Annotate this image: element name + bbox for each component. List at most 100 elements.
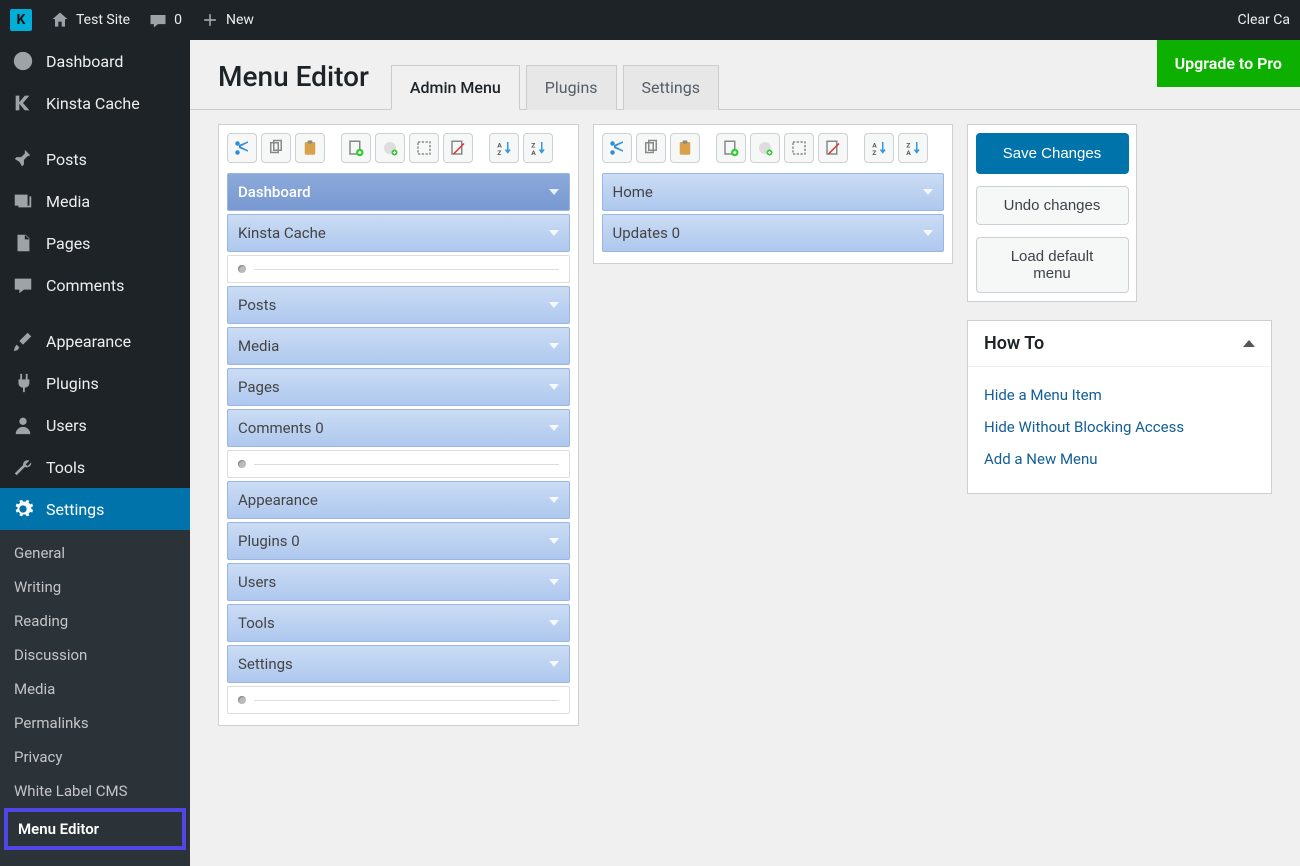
- copy-icon[interactable]: [636, 133, 666, 163]
- submenu-reading[interactable]: Reading: [0, 604, 190, 638]
- svg-text:A: A: [906, 149, 911, 157]
- collapse-icon[interactable]: [1243, 340, 1255, 347]
- expand-icon[interactable]: [549, 302, 559, 308]
- svg-text:Z: Z: [872, 149, 876, 157]
- sort-za-icon[interactable]: ZA: [898, 133, 928, 163]
- sidebar-item-pages[interactable]: Pages: [0, 222, 190, 264]
- submenu-general[interactable]: General: [0, 536, 190, 570]
- expand-icon[interactable]: [549, 497, 559, 503]
- menu-item-plugins-0[interactable]: Plugins 0: [227, 522, 570, 560]
- menu-separator[interactable]: [227, 450, 570, 478]
- sidebar-item-settings[interactable]: Settings: [0, 488, 190, 530]
- sidebar-item-kinsta-cache[interactable]: Kinsta Cache: [0, 82, 190, 124]
- hide-icon[interactable]: [443, 133, 473, 163]
- menu-item-media[interactable]: Media: [227, 327, 570, 365]
- svg-text:A: A: [531, 149, 536, 157]
- show-icon[interactable]: [784, 133, 814, 163]
- sidebar-item-comments[interactable]: Comments: [0, 264, 190, 306]
- menu-item-dashboard[interactable]: Dashboard: [227, 173, 570, 211]
- menu-item-posts[interactable]: Posts: [227, 286, 570, 324]
- expand-icon[interactable]: [549, 661, 559, 667]
- menu-item-pages[interactable]: Pages: [227, 368, 570, 406]
- sort-az-icon[interactable]: AZ: [489, 133, 519, 163]
- comments-link[interactable]: 0: [148, 10, 182, 30]
- page-title: Menu Editor: [218, 60, 369, 109]
- settings-icon: [12, 498, 34, 520]
- expand-icon[interactable]: [549, 343, 559, 349]
- admin-sidebar: DashboardKinsta Cache PostsMediaPagesCom…: [0, 40, 190, 851]
- expand-icon[interactable]: [549, 620, 559, 626]
- save-button[interactable]: Save Changes: [976, 133, 1129, 174]
- submenu-media[interactable]: Media: [0, 672, 190, 706]
- howto-link-hide-a-menu-item[interactable]: Hide a Menu Item: [984, 379, 1255, 411]
- paste-icon[interactable]: [670, 133, 700, 163]
- sidebar-item-tools[interactable]: Tools: [0, 446, 190, 488]
- home-icon: [50, 10, 70, 30]
- load-default-button[interactable]: Load default menu: [976, 237, 1129, 293]
- sidebar-item-dashboard[interactable]: Dashboard: [0, 40, 190, 82]
- howto-link-add-a-new-menu[interactable]: Add a New Menu: [984, 443, 1255, 475]
- new-item-icon[interactable]: [341, 133, 371, 163]
- submenu-discussion[interactable]: Discussion: [0, 638, 190, 672]
- expand-icon[interactable]: [549, 425, 559, 431]
- brush-icon: [12, 330, 34, 352]
- site-link[interactable]: Test Site: [50, 10, 130, 30]
- cut-icon[interactable]: [602, 133, 632, 163]
- menu-item-appearance[interactable]: Appearance: [227, 481, 570, 519]
- cut-icon[interactable]: [227, 133, 257, 163]
- new-separator-icon[interactable]: [375, 133, 405, 163]
- clear-cache[interactable]: Clear Ca: [1238, 12, 1291, 28]
- submenu-writing[interactable]: Writing: [0, 570, 190, 604]
- expand-icon[interactable]: [549, 230, 559, 236]
- undo-button[interactable]: Undo changes: [976, 186, 1129, 225]
- menu-item-home[interactable]: Home: [602, 173, 945, 211]
- submenu-white-label-cms[interactable]: White Label CMS: [0, 774, 190, 808]
- new-label: New: [226, 12, 254, 28]
- submenu-privacy[interactable]: Privacy: [0, 740, 190, 774]
- submenu-menu-editor[interactable]: Menu Editor: [4, 808, 186, 850]
- menu-separator[interactable]: [227, 686, 570, 714]
- sort-az-icon[interactable]: AZ: [864, 133, 894, 163]
- site-name: Test Site: [76, 12, 130, 28]
- expand-icon[interactable]: [549, 579, 559, 585]
- sort-za-icon[interactable]: ZA: [523, 133, 553, 163]
- new-link[interactable]: New: [200, 10, 254, 30]
- wrench-icon: [12, 456, 34, 478]
- expand-icon[interactable]: [923, 230, 933, 236]
- svg-text:Z: Z: [497, 149, 501, 157]
- menu-item-comments-0[interactable]: Comments 0: [227, 409, 570, 447]
- menu-item-kinsta-cache[interactable]: Kinsta Cache: [227, 214, 570, 252]
- kinsta-logo[interactable]: K: [10, 9, 32, 31]
- menu-item-users[interactable]: Users: [227, 563, 570, 601]
- main-content: Upgrade to Pro Menu Editor Admin Menu Pl…: [190, 40, 1300, 851]
- menu-item-updates-0[interactable]: Updates 0: [602, 214, 945, 252]
- expand-icon[interactable]: [549, 384, 559, 390]
- expand-icon[interactable]: [923, 189, 933, 195]
- settings-submenu: GeneralWritingReadingDiscussionMediaPerm…: [0, 530, 190, 866]
- tab-admin-menu[interactable]: Admin Menu: [391, 65, 520, 110]
- tab-settings[interactable]: Settings: [623, 65, 719, 110]
- new-separator-icon[interactable]: [750, 133, 780, 163]
- expand-icon[interactable]: [549, 538, 559, 544]
- new-item-icon[interactable]: [716, 133, 746, 163]
- sidebar-item-appearance[interactable]: Appearance: [0, 320, 190, 362]
- sidebar-item-media[interactable]: Media: [0, 180, 190, 222]
- menu-item-settings[interactable]: Settings: [227, 645, 570, 683]
- sidebar-item-users[interactable]: Users: [0, 404, 190, 446]
- sidebar-item-posts[interactable]: Posts: [0, 138, 190, 180]
- submenu-permalinks[interactable]: Permalinks: [0, 706, 190, 740]
- hide-icon[interactable]: [818, 133, 848, 163]
- menu-item-tools[interactable]: Tools: [227, 604, 570, 642]
- show-icon[interactable]: [409, 133, 439, 163]
- upgrade-button[interactable]: Upgrade to Pro: [1157, 40, 1300, 87]
- user-icon: [12, 414, 34, 436]
- menu-separator[interactable]: [227, 255, 570, 283]
- sidebar-item-plugins[interactable]: Plugins: [0, 362, 190, 404]
- tab-plugins[interactable]: Plugins: [526, 65, 617, 110]
- tabs: Admin Menu Plugins Settings: [385, 64, 719, 109]
- copy-icon[interactable]: [261, 133, 291, 163]
- howto-link-hide-without-blocking-access[interactable]: Hide Without Blocking Access: [984, 411, 1255, 443]
- expand-icon[interactable]: [549, 189, 559, 195]
- actions-panel: Save Changes Undo changes Load default m…: [967, 124, 1137, 302]
- paste-icon[interactable]: [295, 133, 325, 163]
